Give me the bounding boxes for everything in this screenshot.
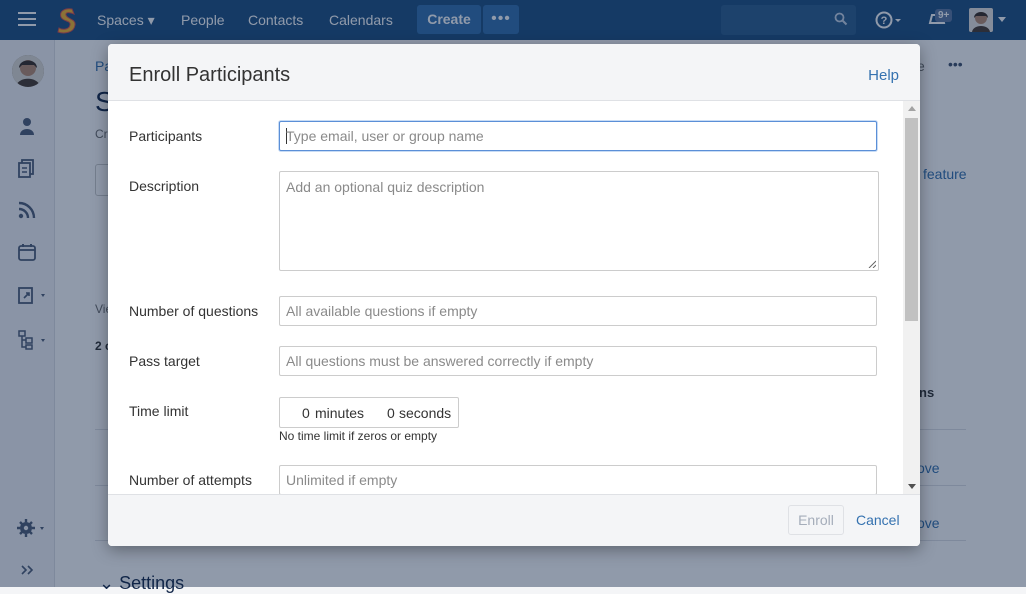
attempts-label: Number of attempts	[129, 472, 252, 488]
time-limit-label: Time limit	[129, 403, 189, 419]
resize-handle-icon[interactable]	[868, 260, 876, 268]
dialog-scrollbar[interactable]	[903, 101, 920, 494]
scroll-down-icon[interactable]	[908, 484, 916, 489]
minutes-value[interactable]: 0	[302, 405, 310, 421]
scroll-thumb[interactable]	[905, 118, 918, 321]
seconds-value[interactable]: 0	[387, 405, 395, 421]
seconds-unit: seconds	[399, 405, 452, 421]
dialog-title: Enroll Participants	[129, 64, 291, 86]
questions-label: Number of questions	[129, 303, 259, 319]
description-label: Description	[129, 178, 200, 194]
minutes-unit: minutes	[315, 405, 365, 421]
participants-label: Participants	[129, 128, 203, 144]
participants-placeholder: Type email, user or group name	[286, 128, 484, 144]
questions-placeholder: All available questions if empty	[286, 303, 478, 319]
time-limit-input[interactable]: 0 minutes 0 seconds	[279, 397, 459, 428]
enroll-dialog: Enroll Participants Help Participants Ty…	[108, 44, 920, 546]
pass-target-placeholder: All questions must be answered correctly…	[286, 353, 594, 369]
description-input[interactable]: Add an optional quiz description	[279, 171, 879, 271]
dialog-header: Enroll Participants Help	[108, 44, 920, 101]
time-limit-hint: No time limit if zeros or empty	[279, 429, 438, 443]
scroll-up-icon[interactable]	[908, 106, 916, 111]
participants-input[interactable]: Type email, user or group name	[279, 121, 877, 151]
enroll-button[interactable]: Enroll	[788, 505, 844, 535]
dialog-footer: Enroll Cancel	[108, 494, 920, 546]
attempts-placeholder: Unlimited if empty	[286, 472, 398, 488]
pass-target-input[interactable]: All questions must be answered correctly…	[279, 346, 877, 376]
questions-input[interactable]: All available questions if empty	[279, 296, 877, 326]
cancel-button[interactable]: Cancel	[856, 512, 900, 528]
help-link[interactable]: Help	[868, 67, 899, 84]
dialog-body[interactable]: Participants Type email, user or group n…	[108, 101, 920, 494]
pass-target-label: Pass target	[129, 353, 200, 369]
description-placeholder: Add an optional quiz description	[286, 179, 485, 195]
attempts-input[interactable]: Unlimited if empty	[279, 465, 877, 494]
